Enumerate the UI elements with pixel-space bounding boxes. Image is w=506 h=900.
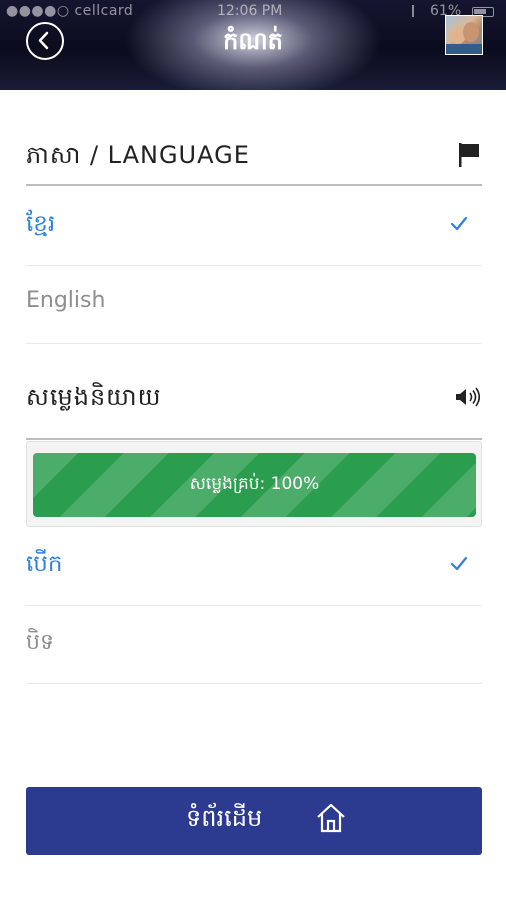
avatar[interactable]	[445, 15, 483, 55]
language-option-english[interactable]: English	[26, 266, 482, 344]
chevron-left-icon	[38, 31, 49, 50]
volume-progress-label: សម្លេងគ្រប់: 100%	[189, 474, 320, 494]
volume-progress-fill: សម្លេងគ្រប់: 100%	[33, 453, 476, 517]
flag-icon	[459, 143, 479, 167]
home-button-label: ទំព័រដើម	[186, 804, 263, 832]
voice-section-header: សម្លេងនិយាយ	[26, 380, 482, 440]
language-option-khmer[interactable]: ខ្មែរ	[26, 188, 482, 266]
checkmark-icon	[450, 556, 468, 571]
language-section-header: ភាសា / LANGUAGE	[26, 126, 482, 186]
speaker-icon	[456, 387, 481, 407]
app-header: ●●●●○ cellcard 12:06 PM 61% កំណត់	[0, 0, 506, 90]
option-label: បើក	[26, 551, 63, 577]
checkmark-icon	[450, 216, 468, 231]
option-label: English	[26, 288, 106, 313]
home-button[interactable]: ទំព័រដើម	[26, 787, 482, 855]
location-icon	[412, 5, 422, 17]
home-icon	[317, 803, 345, 833]
volume-progress: សម្លេងគ្រប់: 100%	[26, 441, 482, 527]
voice-section-title: សម្លេងនិយាយ	[26, 383, 162, 411]
voice-option-off[interactable]: បិទ	[26, 606, 482, 684]
status-time: 12:06 PM	[217, 3, 283, 19]
option-label: បិទ	[26, 630, 54, 655]
page-title: កំណត់	[223, 27, 283, 55]
language-section-title: ភាសា / LANGUAGE	[26, 141, 250, 169]
status-bar: ●●●●○ cellcard 12:06 PM 61%	[0, 0, 506, 24]
option-label: ខ្មែរ	[26, 211, 56, 237]
voice-option-on[interactable]: បើក	[26, 528, 482, 606]
back-button[interactable]	[26, 22, 64, 60]
carrier-label: ●●●●○ cellcard	[6, 3, 134, 19]
